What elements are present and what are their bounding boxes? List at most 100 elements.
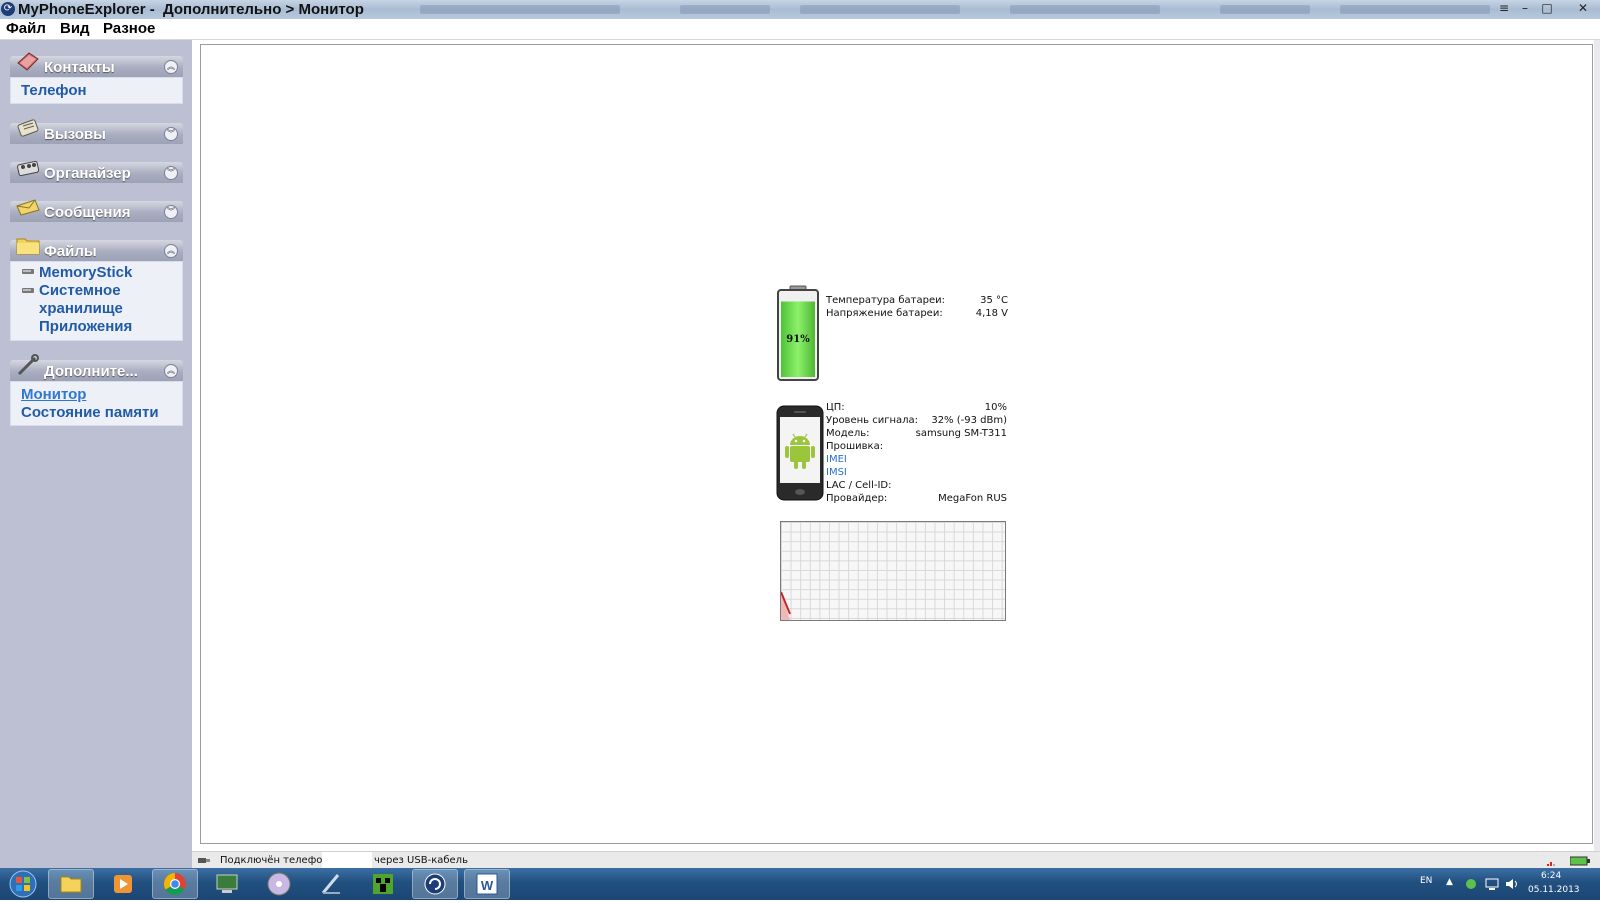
taskbar-myphoneexplorer[interactable] bbox=[412, 869, 458, 899]
tray-action-center-icon[interactable] bbox=[1465, 878, 1477, 890]
svg-text:W: W bbox=[481, 878, 494, 893]
window-title: MyPhoneExplorer - Дополнительно > Монито… bbox=[18, 1, 364, 18]
collapse-chevron-icon[interactable]: ︽ bbox=[164, 244, 178, 258]
tray-clock-date[interactable]: 05.11.2013 bbox=[1528, 885, 1580, 895]
sidebar-item-applications[interactable]: Приложения bbox=[39, 318, 132, 336]
app-logo-icon: ⟳ bbox=[1, 2, 15, 16]
status-hidden-phone-name bbox=[322, 852, 372, 869]
monitor-content-area bbox=[200, 44, 1593, 844]
imsi-link[interactable]: IMSI bbox=[826, 466, 847, 479]
sidebar-item-system-storage-line2[interactable]: хранилище bbox=[39, 300, 123, 318]
model-value: samsung SM-T311 bbox=[915, 428, 1007, 439]
cpu-usage-graph bbox=[780, 521, 1006, 621]
menu-bar: Файл Вид Разное bbox=[0, 19, 1600, 40]
tray-show-hidden-icon[interactable]: ▲ bbox=[1446, 877, 1453, 887]
cpu-usage-plot bbox=[781, 591, 791, 620]
panel-header-calls[interactable]: Вызовы ︾ bbox=[10, 119, 183, 144]
panel-title-messages: Сообщения bbox=[44, 204, 131, 221]
sidebar-item-memory-status[interactable]: Состояние памяти bbox=[21, 404, 159, 422]
sidebar-item-phone[interactable]: Телефон bbox=[21, 82, 87, 100]
panel-header-contacts[interactable]: Контакты ︽ bbox=[10, 52, 183, 77]
pen-tool-icon bbox=[321, 874, 340, 894]
lac-cellid-label: LAC / Cell-ID: bbox=[826, 480, 892, 491]
expand-chevron-icon[interactable]: ︾ bbox=[164, 205, 178, 219]
panel-header-messages[interactable]: Сообщения ︾ bbox=[10, 199, 183, 222]
menu-misc[interactable]: Разное bbox=[103, 19, 155, 39]
storage-drive-icon bbox=[22, 288, 34, 293]
menu-view[interactable]: Вид bbox=[60, 19, 90, 39]
sidebar: Контакты ︽ Телефон Вызовы ︾ Органайзер ︾… bbox=[0, 40, 192, 851]
taskbar-explorer[interactable] bbox=[48, 869, 94, 899]
panel-header-extras[interactable]: Дополните... ︽ bbox=[10, 354, 183, 381]
title-bar: ⟳ MyPhoneExplorer - Дополнительно > Мони… bbox=[0, 0, 1600, 19]
sidebar-item-monitor[interactable]: Монитор bbox=[21, 386, 86, 404]
cpu-value: 10% bbox=[984, 402, 1007, 413]
panel-body-files: MemoryStick Системное хранилище Приложен… bbox=[10, 261, 183, 341]
status-bar: Подключён телефон через USB-кабель bbox=[192, 851, 1600, 869]
menu-file[interactable]: Файл bbox=[6, 19, 46, 39]
taskbar-network[interactable] bbox=[204, 869, 250, 899]
messages-envelope-icon bbox=[16, 199, 40, 216]
right-scroll-strip bbox=[1594, 40, 1600, 851]
close-button[interactable]: ✕ bbox=[1570, 1, 1596, 16]
battery-status-icon bbox=[1570, 856, 1590, 866]
dvd-icon bbox=[267, 872, 291, 896]
menu-lines-icon[interactable]: ≡ bbox=[1497, 1, 1511, 16]
collapse-chevron-icon[interactable]: ︽ bbox=[164, 364, 178, 378]
title-bar-background-decoration bbox=[800, 5, 960, 14]
panel-title-contacts: Контакты bbox=[44, 59, 115, 76]
sidebar-item-memorystick[interactable]: MemoryStick bbox=[39, 264, 132, 282]
taskbar-dvd[interactable] bbox=[256, 869, 302, 899]
android-phone-icon bbox=[776, 405, 824, 501]
tray-network-icon[interactable] bbox=[1485, 878, 1499, 890]
provider-value: MegaFon RUS bbox=[938, 493, 1007, 504]
panel-header-files[interactable]: Файлы ︽ bbox=[10, 238, 183, 261]
tray-language[interactable]: EN bbox=[1420, 876, 1432, 886]
media-player-icon bbox=[114, 875, 132, 893]
taskbar-media-player[interactable] bbox=[100, 869, 146, 899]
title-bar-background-decoration bbox=[420, 5, 620, 14]
model-label: Модель: bbox=[826, 428, 870, 439]
windows-taskbar: W EN ▲ 6:24 05.11.2013 bbox=[0, 868, 1600, 900]
battery-voltage-value: 4,18 V bbox=[975, 308, 1008, 319]
myphoneexplorer-icon bbox=[424, 873, 446, 895]
minecraft-icon bbox=[373, 874, 393, 894]
taskbar-minecraft[interactable] bbox=[360, 869, 406, 899]
explorer-folder-icon bbox=[60, 876, 82, 893]
memory-card-icon bbox=[22, 269, 34, 274]
sidebar-item-system-storage[interactable]: Системное bbox=[39, 282, 121, 300]
status-connection-type-text: через USB-кабель bbox=[374, 855, 468, 866]
signal-value: 32% (-93 dBm) bbox=[931, 415, 1007, 426]
calls-icon bbox=[17, 119, 39, 137]
panel-header-organizer[interactable]: Органайзер ︾ bbox=[10, 160, 183, 183]
chrome-icon bbox=[164, 873, 186, 895]
network-icon bbox=[216, 874, 238, 893]
battery-temp-value: 35 °C bbox=[980, 295, 1008, 306]
minimize-button[interactable]: – bbox=[1514, 1, 1536, 16]
taskbar-pen-tool[interactable] bbox=[308, 869, 354, 899]
tools-icon bbox=[17, 354, 39, 376]
panel-title-calls: Вызовы bbox=[44, 126, 106, 143]
usb-cable-icon bbox=[198, 858, 210, 863]
panel-title-files: Файлы bbox=[44, 243, 97, 260]
battery-percent-label: 91% bbox=[786, 334, 810, 345]
tray-clock-time[interactable]: 6:24 bbox=[1541, 871, 1561, 881]
word-icon: W bbox=[476, 873, 498, 895]
imei-link[interactable]: IMEI bbox=[826, 453, 847, 466]
collapse-chevron-icon[interactable]: ︽ bbox=[164, 60, 178, 74]
title-bar-background-decoration bbox=[680, 5, 770, 14]
expand-chevron-icon[interactable]: ︾ bbox=[164, 166, 178, 180]
expand-chevron-icon[interactable]: ︾ bbox=[164, 127, 178, 141]
panel-body-contacts: Телефон bbox=[10, 77, 183, 104]
cpu-label: ЦП: bbox=[826, 402, 845, 413]
folder-icon bbox=[16, 238, 40, 255]
provider-label: Провайдер: bbox=[826, 493, 888, 504]
taskbar-chrome[interactable] bbox=[152, 869, 198, 899]
panel-title-extras: Дополните... bbox=[44, 363, 138, 380]
tray-volume-icon[interactable] bbox=[1505, 878, 1519, 890]
start-orb-icon[interactable] bbox=[2, 869, 44, 899]
maximize-button[interactable]: □ bbox=[1538, 1, 1556, 16]
taskbar-word[interactable]: W bbox=[464, 869, 510, 899]
contacts-book-icon bbox=[17, 52, 39, 71]
panel-body-extras: Монитор Состояние памяти bbox=[10, 381, 183, 426]
